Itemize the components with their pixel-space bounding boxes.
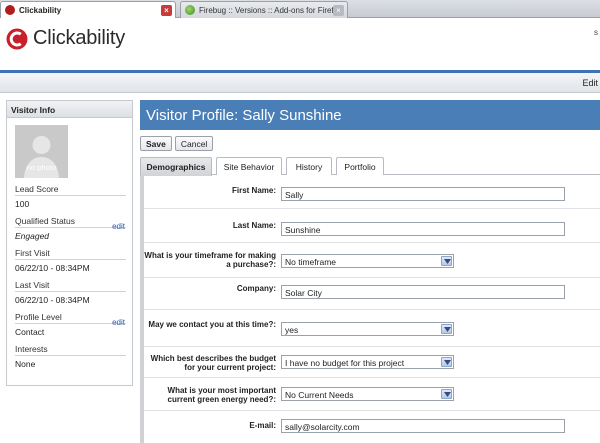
edit-qualified-status-link[interactable]: edit	[112, 222, 125, 231]
chevron-down-icon[interactable]	[441, 357, 452, 367]
visitor-profile-main: Visitor Profile: Sally Sunshine Save Can…	[140, 100, 600, 443]
email-field[interactable]: sally@solarcity.com	[281, 419, 565, 433]
company-field[interactable]: Solar City	[281, 285, 565, 299]
field-value: Engaged	[15, 231, 50, 241]
company-label: Company:	[236, 284, 276, 293]
form-row-timeframe: What is your timeframe for making a purc…	[144, 243, 600, 278]
timeframe-selected-value: No timeframe	[285, 257, 337, 267]
qualified-status-field: Qualified Status Engaged edit	[15, 216, 126, 241]
browser-tab-title: Firebug :: Versions :: Add-ons for Firef…	[199, 5, 333, 15]
last-visit-field: Last Visit 06/22/10 - 08:34PM	[15, 280, 126, 305]
visitor-info-panel: Visitor Info no photo Lead Score 100 Qua…	[6, 100, 133, 386]
field-label: Last Visit	[15, 280, 126, 292]
chevron-down-icon[interactable]	[441, 389, 452, 399]
lead-score-field: Lead Score 100	[15, 184, 126, 209]
timeframe-label: What is your timeframe for making a purc…	[144, 251, 276, 269]
form-row-first-name: First Name: Sally	[144, 176, 600, 209]
clickability-logo-icon	[6, 28, 28, 49]
timeframe-select[interactable]: No timeframe	[281, 254, 454, 268]
header-corner-text: s	[594, 28, 598, 37]
demographics-form: First Name: Sally Last Name: Sunshine Wh…	[140, 176, 600, 443]
field-label: Qualified Status	[15, 216, 126, 228]
chevron-down-icon[interactable]	[441, 256, 452, 266]
profile-actions: Save Cancel	[140, 136, 214, 151]
interests-field: Interests None	[15, 344, 126, 369]
browser-tab-clickability[interactable]: Clickability ×	[0, 1, 176, 18]
field-value: Contact	[15, 327, 45, 337]
first-name-field[interactable]: Sally	[281, 187, 565, 201]
save-button[interactable]: Save	[140, 136, 172, 151]
field-label: First Visit	[15, 248, 126, 260]
app-header: Clickability s	[0, 18, 600, 70]
last-name-label: Last Name:	[232, 221, 276, 230]
field-value: 06/22/10 - 08:34PM	[15, 263, 90, 273]
form-row-company: Company: Solar City	[144, 278, 600, 310]
browser-tab-firebug[interactable]: Firebug :: Versions :: Add-ons for Firef…	[180, 1, 348, 18]
visitor-info-title: Visitor Info	[7, 101, 132, 118]
budget-label: Which best describes the budget for your…	[150, 354, 276, 372]
close-tab-icon[interactable]: ×	[161, 4, 172, 16]
page-title: Visitor Profile: Sally Sunshine	[140, 100, 600, 130]
email-label: E-mail:	[249, 421, 276, 430]
close-tab-icon[interactable]: ×	[333, 4, 344, 16]
contact-select[interactable]: yes	[281, 322, 454, 336]
form-row-email: E-mail: sally@solarcity.com	[144, 411, 600, 443]
browser-tab-title: Clickability	[19, 5, 62, 15]
profile-level-field: Profile Level Contact edit	[15, 312, 126, 337]
budget-select[interactable]: I have no budget for this project	[281, 355, 454, 369]
tab-portfolio[interactable]: Portfolio	[336, 157, 384, 175]
firebug-favicon-icon	[185, 5, 195, 15]
visitor-photo-placeholder: no photo	[15, 125, 68, 178]
form-row-energy-need: What is your most important current gree…	[144, 378, 600, 411]
profile-tabs: Demographics Site Behavior History Portf…	[140, 157, 600, 176]
chevron-down-icon[interactable]	[441, 324, 452, 334]
edit-profile-level-link[interactable]: edit	[112, 318, 125, 327]
field-label: Interests	[15, 344, 126, 356]
brand-name: Clickability	[33, 27, 126, 49]
last-name-field[interactable]: Sunshine	[281, 222, 565, 236]
field-value: None	[15, 359, 36, 369]
form-row-budget: Which best describes the budget for your…	[144, 347, 600, 378]
energy-need-select[interactable]: No Current Needs	[281, 387, 454, 401]
field-value: 06/22/10 - 08:34PM	[15, 295, 90, 305]
clickability-favicon-icon	[5, 5, 15, 15]
no-photo-label: no photo	[26, 163, 57, 172]
first-visit-field: First Visit 06/22/10 - 08:34PM	[15, 248, 126, 273]
cancel-button[interactable]: Cancel	[174, 136, 214, 151]
energy-need-label: What is your most important current gree…	[167, 386, 276, 404]
tab-site-behavior[interactable]: Site Behavior	[216, 157, 282, 175]
field-label: Lead Score	[15, 184, 126, 196]
energy-need-selected-value: No Current Needs	[285, 390, 354, 400]
edit-link[interactable]: Edit	[582, 78, 598, 88]
contact-label: May we contact you at this time?:	[148, 320, 276, 329]
contact-selected-value: yes	[285, 325, 299, 335]
tab-demographics[interactable]: Demographics	[140, 157, 212, 176]
field-label: Profile Level	[15, 312, 126, 324]
form-row-contact: May we contact you at this time?: yes	[144, 310, 600, 347]
clickability-logo[interactable]: Clickability	[6, 27, 125, 50]
sub-toolbar: Edit	[0, 73, 600, 93]
form-row-last-name: Last Name: Sunshine	[144, 209, 600, 243]
budget-selected-value: I have no budget for this project	[285, 358, 405, 368]
field-value: 100	[15, 199, 30, 209]
browser-tab-strip: Clickability × Firebug :: Versions :: Ad…	[0, 0, 600, 18]
tab-history[interactable]: History	[286, 157, 332, 175]
first-name-label: First Name:	[231, 186, 276, 195]
